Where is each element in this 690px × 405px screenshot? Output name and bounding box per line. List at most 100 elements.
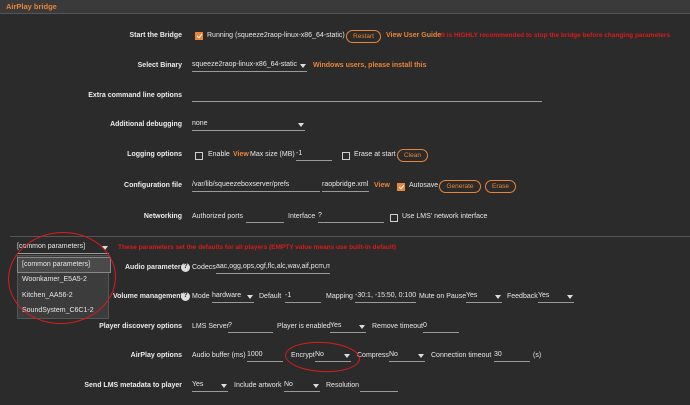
buffer-label: Audio buffer (ms) [192, 352, 246, 359]
chevron-down-icon [495, 295, 501, 299]
chevron-down-icon [221, 384, 227, 388]
section-header: AirPlay bridge [0, 0, 690, 14]
lms-interface-label: Use LMS' network interface [402, 213, 488, 220]
player-enabled-value: Yes [330, 322, 342, 329]
conn-timeout-unit: (s) [533, 352, 542, 359]
binary-select[interactable]: squeeze2raop-linux-x86_64-static [192, 60, 307, 72]
debugging-row: Additional debugging none [0, 119, 690, 133]
logging-view-link[interactable]: View [233, 151, 249, 158]
mode-value: hardware [212, 292, 242, 299]
chevron-down-icon [247, 295, 253, 299]
config-filename-input[interactable]: raopbridge.xml [322, 180, 369, 192]
autosave-checkbox[interactable] [397, 183, 405, 191]
chevron-down-icon [359, 325, 365, 329]
config-view-link[interactable]: View [374, 182, 390, 189]
generate-button[interactable]: Generate [439, 180, 481, 193]
resolution-input[interactable] [360, 380, 398, 392]
compress-value: No [389, 351, 398, 358]
extra-cmd-input[interactable] [192, 90, 542, 102]
default-label: Default [259, 293, 282, 300]
autosave-label: Autosave [409, 182, 439, 189]
artwork-value: No [284, 381, 293, 388]
ports-label: Authorized ports [192, 213, 243, 220]
player-enabled-select[interactable]: Yes [330, 321, 366, 333]
metadata-row: Send LMS metadata to player Yes Include … [0, 380, 690, 394]
binary-value: squeeze2raop-linux-x86_64-static [192, 61, 298, 68]
binary-row: Select Binary squeeze2raop-linux-x86_64-… [0, 60, 690, 74]
clean-button[interactable]: Clean [397, 149, 428, 162]
mapping-label: Mapping [326, 293, 353, 300]
bridge-label: Start the Bridge [129, 32, 182, 39]
logging-enable-checkbox[interactable] [195, 152, 203, 160]
discovery-label: Player discovery options [99, 323, 182, 330]
interface-label: Interface [288, 213, 316, 220]
chevron-down-icon [300, 64, 306, 68]
chevron-down-icon [418, 354, 424, 358]
erase-at-start-label: Erase at start [354, 151, 396, 158]
extra-cmd-label: Extra command line options [88, 92, 182, 99]
bridge-running-checkbox[interactable] [195, 32, 203, 40]
restart-button[interactable]: Restart [346, 30, 381, 43]
resolution-label: Resolution [326, 382, 360, 389]
max-size-input[interactable]: -1 [296, 149, 332, 161]
config-row: Configuration file /var/lib/squeezeboxse… [0, 180, 690, 194]
audio-label: Audio parameters [125, 264, 185, 271]
binary-note: Windows users, please install this [313, 62, 427, 69]
codecs-input[interactable]: aac,ogg,ops,ogf,flc,alc,wav,aif,pcm,m [216, 262, 330, 274]
section-title: AirPlay bridge [6, 2, 57, 11]
erase-at-start-checkbox[interactable] [342, 152, 350, 160]
mapping-input[interactable]: -30:1, -15:50, 0:100 [355, 291, 416, 303]
remove-timeout-label: Remove timeout [372, 323, 423, 330]
volume-label: Volume management [113, 293, 183, 300]
remove-timeout-input[interactable]: 0 [423, 321, 459, 333]
help-icon[interactable]: ? [181, 263, 190, 272]
metadata-value: Yes [192, 381, 204, 388]
conn-timeout-input[interactable]: 30 [494, 350, 530, 362]
metadata-select[interactable]: Yes [192, 380, 228, 392]
mode-select[interactable]: hardware [212, 291, 254, 303]
metadata-label: Send LMS metadata to player [84, 382, 182, 389]
codecs-label: Codecs [192, 264, 216, 271]
default-input[interactable]: -1 [285, 291, 321, 303]
erase-button[interactable]: Erase [485, 180, 516, 193]
chevron-down-icon [313, 384, 319, 388]
buffer-input[interactable]: 1000 [247, 350, 283, 362]
ports-input[interactable] [246, 211, 284, 223]
logging-row: Logging options Enable View Max size (MB… [0, 149, 690, 163]
config-label: Configuration file [124, 182, 182, 189]
debugging-select[interactable]: none [192, 119, 305, 131]
binary-label: Select Binary [137, 62, 182, 69]
extra-cmd-row: Extra command line options [0, 90, 690, 104]
airplay-label: AirPlay options [130, 352, 182, 359]
debugging-label: Additional debugging [110, 121, 182, 128]
lms-interface-checkbox[interactable] [390, 214, 398, 222]
artwork-label: Include artwork [234, 382, 282, 389]
mute-select[interactable]: Yes [466, 291, 502, 303]
debugging-value: none [192, 120, 208, 127]
chevron-down-icon [298, 123, 304, 127]
help-icon[interactable]: ? [181, 292, 190, 301]
max-size-label: Max size (MB) [250, 151, 295, 158]
interface-input[interactable]: ? [318, 211, 384, 223]
feedback-select[interactable]: Yes [538, 291, 574, 303]
discovery-row: Player discovery options LMS Server ? Pl… [0, 321, 690, 335]
logging-enable-label: Enable [208, 151, 230, 158]
logging-label: Logging options [127, 151, 182, 158]
bridge-warning: It is HIGHLY recommended to stop the bri… [441, 32, 670, 39]
networking-row: Networking Authorized ports Interface ? … [0, 211, 690, 225]
compress-select[interactable]: No [389, 350, 425, 362]
bridge-row: Start the Bridge Running (squeeze2raop-l… [0, 30, 690, 44]
user-guide-link[interactable]: View User Guide [386, 32, 441, 39]
lms-server-input[interactable]: ? [228, 321, 273, 333]
feedback-label: Feedback [507, 293, 538, 300]
mute-label: Mute on Pause [419, 293, 467, 300]
feedback-value: Yes [538, 292, 550, 299]
artwork-select[interactable]: No [284, 380, 320, 392]
config-path-input[interactable]: /var/lib/squeezeboxserver/prefs [192, 180, 320, 192]
player-enabled-label: Player is enabled [277, 323, 331, 330]
conn-timeout-label: Connection timeout [431, 352, 492, 359]
mode-label: Mode [192, 293, 210, 300]
compress-label: Compress [357, 352, 389, 359]
networking-label: Networking [143, 213, 182, 220]
player-select-note: These parameters set the defaults for al… [118, 244, 397, 251]
